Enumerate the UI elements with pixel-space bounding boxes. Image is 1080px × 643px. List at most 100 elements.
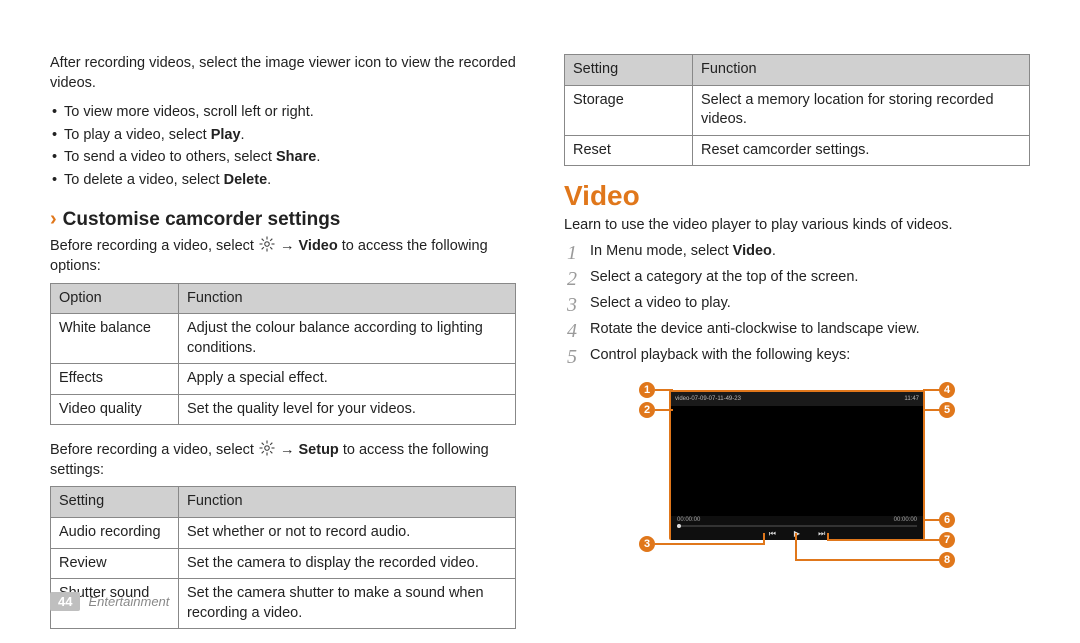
two-column-layout: After recording videos, select the image…: [50, 54, 1030, 643]
player-body: [671, 406, 923, 516]
text-strong: Video: [299, 238, 338, 254]
text-strong: Setup: [299, 442, 339, 458]
table-header: Function: [179, 283, 516, 314]
player-progress-bar: [677, 525, 917, 527]
table-cell: Apply a special effect.: [179, 364, 516, 395]
step-text: In Menu mode, select Video.: [590, 242, 776, 262]
arrow-text: →: [276, 442, 299, 458]
step-item: 2Select a category at the top of the scr…: [564, 268, 1030, 290]
gear-icon: [258, 235, 276, 253]
table-row: ResetReset camcorder settings.: [565, 135, 1030, 166]
table-header: Function: [693, 55, 1030, 86]
text-pre: Before recording a video, select: [50, 442, 258, 458]
table-header: Option: [51, 283, 179, 314]
bullet-text-pre: To delete a video, select: [64, 172, 224, 188]
table-cell: Audio recording: [51, 518, 179, 549]
callout-lead: [923, 519, 941, 521]
options-table: Option Function White balanceAdjust the …: [50, 283, 516, 426]
intro-text: After recording videos, select the image…: [50, 54, 516, 93]
bullet-text: To view more videos, scroll left or righ…: [64, 104, 314, 120]
callout-2: 2: [639, 402, 655, 418]
step-number: 2: [564, 268, 580, 290]
callout-lead: [655, 409, 673, 411]
before-options-text: Before recording a video, select → Video…: [50, 235, 516, 276]
table-cell: Set whether or not to record audio.: [179, 518, 516, 549]
callout-8: 8: [939, 552, 955, 568]
table-cell: Reset: [565, 135, 693, 166]
table-header: Setting: [565, 55, 693, 86]
player-time-row: 00:00:00 00:00:00: [677, 517, 917, 523]
step-number: 3: [564, 294, 580, 316]
step-number: 1: [564, 242, 580, 264]
bullet-item: To play a video, select Play.: [50, 126, 516, 146]
table-header: Function: [179, 487, 516, 518]
callout-1: 1: [639, 382, 655, 398]
step-number: 4: [564, 320, 580, 342]
right-column: Setting Function StorageSelect a memory …: [564, 54, 1030, 643]
table-row: Audio recordingSet whether or not to rec…: [51, 518, 516, 549]
player-diagram-wrap: video-07-09-07-11-49-23 11:47 00:00:00 0…: [564, 376, 1030, 566]
player-title: video-07-09-07-11-49-23: [675, 396, 741, 402]
table-cell: Set the camera to display the recorded v…: [179, 548, 516, 579]
callout-lead: [795, 559, 941, 561]
callout-6: 6: [939, 512, 955, 528]
player-diagram: video-07-09-07-11-49-23 11:47 00:00:00 0…: [637, 376, 957, 566]
table-cell: White balance: [51, 314, 179, 364]
callout-lead: [923, 409, 941, 411]
video-player-mock: video-07-09-07-11-49-23 11:47 00:00:00 0…: [669, 390, 925, 540]
gear-icon: [258, 439, 276, 457]
table-row: White balanceAdjust the colour balance a…: [51, 314, 516, 364]
bullet-item: To view more videos, scroll left or righ…: [50, 103, 516, 123]
page-number: 44: [50, 592, 80, 611]
callout-7: 7: [939, 532, 955, 548]
step-text: Rotate the device anti-clockwise to land…: [590, 320, 920, 340]
table-cell: Adjust the colour balance according to l…: [179, 314, 516, 364]
intro-bullet-list: To view more videos, scroll left or righ…: [50, 103, 516, 190]
callout-lead: [827, 533, 829, 541]
table-cell: Video quality: [51, 394, 179, 425]
bullet-text-strong: Play: [211, 127, 241, 143]
table-header: Setting: [51, 487, 179, 518]
before-settings-text: Before recording a video, select → Setup…: [50, 439, 516, 480]
table-cell: Storage: [565, 85, 693, 135]
table-row: Video qualitySet the quality level for y…: [51, 394, 516, 425]
table-cell: Review: [51, 548, 179, 579]
step-item: 1 In Menu mode, select Video.: [564, 242, 1030, 264]
player-top-bar: video-07-09-07-11-49-23 11:47: [671, 392, 923, 406]
next-icon: ⏭: [818, 529, 825, 539]
bullet-text-strong: Share: [276, 149, 316, 165]
step-item: 5Control playback with the following key…: [564, 346, 1030, 368]
table-row: ReviewSet the camera to display the reco…: [51, 548, 516, 579]
bullet-text-pre: To send a video to others, select: [64, 149, 276, 165]
subheading-text: Customise camcorder settings: [63, 209, 341, 231]
steps-list: 1 In Menu mode, select Video. 2Select a c…: [564, 242, 1030, 368]
callout-lead: [655, 389, 673, 391]
prev-icon: ⏮: [769, 529, 776, 539]
table-cell: Effects: [51, 364, 179, 395]
callout-3: 3: [639, 536, 655, 552]
player-controls: ⏮ ▶ ⏭: [677, 529, 917, 539]
step-text: Select a video to play.: [590, 294, 731, 314]
callout-lead: [795, 533, 797, 561]
bullet-text-pre: To play a video, select: [64, 127, 211, 143]
step-number: 5: [564, 346, 580, 368]
table-cell: Set the camera shutter to make a sound w…: [179, 579, 516, 629]
chevron-right-icon: ›: [50, 208, 57, 231]
player-time-total: 00:00:00: [894, 517, 917, 523]
bullet-text-post: .: [316, 149, 320, 165]
table-header-row: Setting Function: [51, 487, 516, 518]
table-row: EffectsApply a special effect.: [51, 364, 516, 395]
player-time-elapsed: 00:00:00: [677, 517, 700, 523]
section-lead: Learn to use the video player to play va…: [564, 216, 1030, 236]
table-header-row: Setting Function: [565, 55, 1030, 86]
settings-table-continued: Setting Function StorageSelect a memory …: [564, 54, 1030, 166]
arrow-text: →: [276, 238, 299, 254]
step-item: 3 Select a video to play.: [564, 294, 1030, 316]
table-cell: Set the quality level for your videos.: [179, 394, 516, 425]
table-row: StorageSelect a memory location for stor…: [565, 85, 1030, 135]
callout-lead: [655, 543, 763, 545]
table-header-row: Option Function: [51, 283, 516, 314]
text-pre: Before recording a video, select: [50, 238, 258, 254]
page-footer: 44 Entertainment: [50, 592, 169, 611]
bullet-text-strong: Delete: [224, 172, 268, 188]
